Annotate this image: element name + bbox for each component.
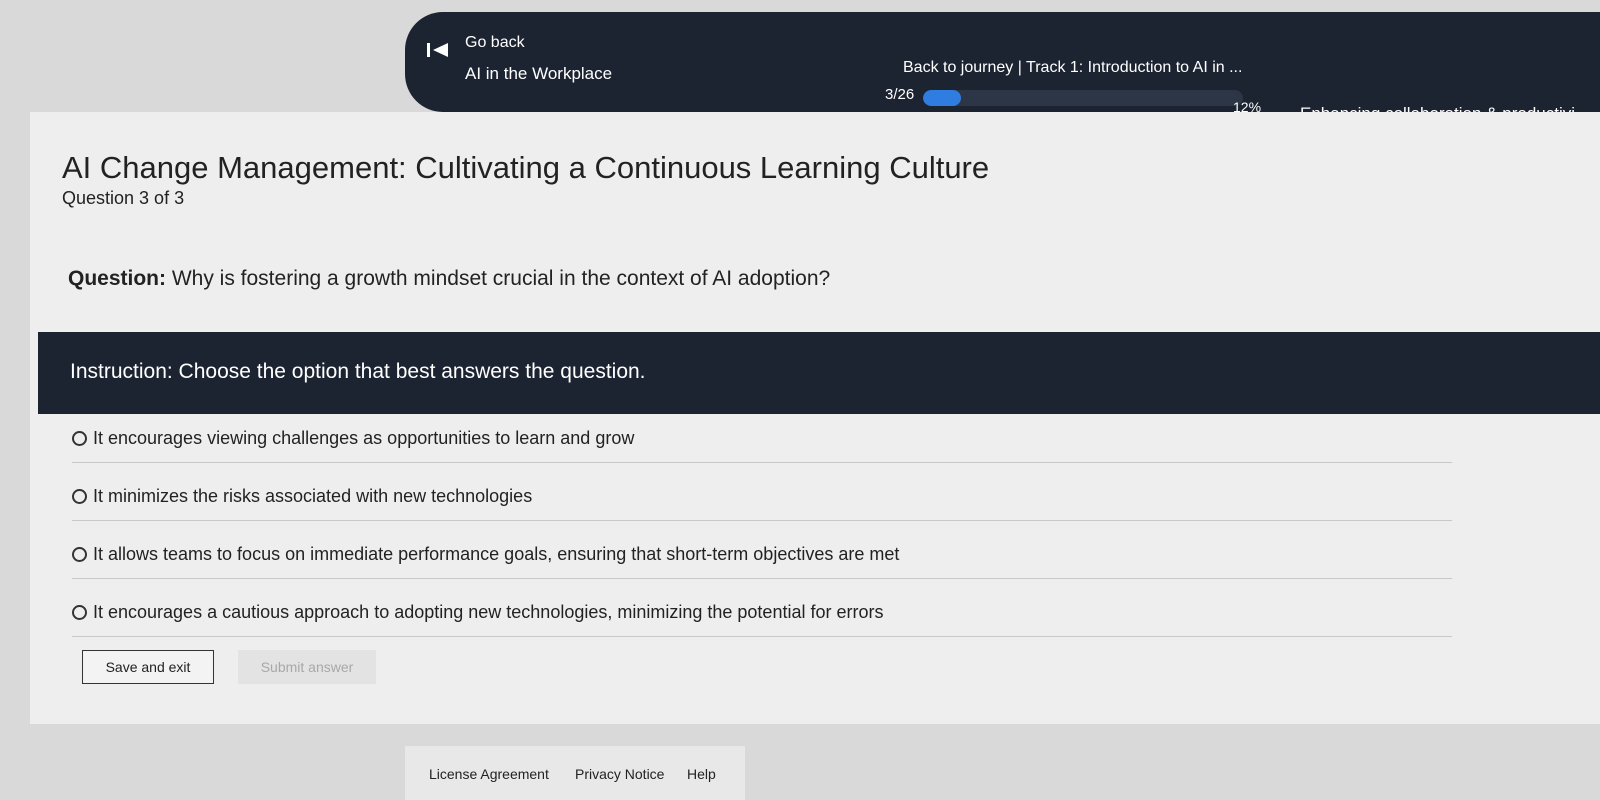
option-label: It allows teams to focus on immediate pe… — [93, 543, 900, 564]
option-label: It encourages a cautious approach to ado… — [93, 601, 884, 622]
privacy-notice-link[interactable]: Privacy Notice — [575, 766, 664, 782]
question-counter: Question 3 of 3 — [62, 188, 185, 208]
step-counter: 3/26 — [885, 86, 915, 103]
radio-button[interactable] — [72, 604, 87, 620]
question-label: Question: — [68, 267, 166, 290]
radio-button[interactable] — [72, 430, 87, 446]
course-title: AI in the Workplace — [465, 64, 613, 83]
back-to-journey-link[interactable]: Back to journey | Track 1: Introduction … — [903, 59, 1242, 77]
go-back-link[interactable]: Go back — [465, 34, 525, 52]
save-and-exit-button[interactable]: Save and exit — [82, 650, 214, 684]
answer-option-1[interactable]: It encourages viewing challenges as oppo… — [72, 414, 1452, 463]
option-label: It encourages viewing challenges as oppo… — [93, 427, 635, 448]
answer-option-2[interactable]: It minimizes the risks associated with n… — [72, 472, 1452, 521]
progress-bar — [923, 90, 1243, 106]
submit-answer-button[interactable]: Submit answer — [238, 650, 376, 684]
question-text: Question: Why is fostering a growth mind… — [68, 267, 830, 291]
answer-option-4[interactable]: It encourages a cautious approach to ado… — [72, 588, 1452, 637]
option-label: It minimizes the risks associated with n… — [93, 485, 533, 506]
question-body: Why is fostering a growth mindset crucia… — [166, 267, 831, 290]
question-card: AI Change Management: Cultivating a Cont… — [30, 112, 1600, 724]
skip-back-icon[interactable] — [427, 42, 449, 58]
top-navigation-bar: Go back AI in the Workplace Back to jour… — [405, 12, 1600, 123]
license-agreement-link[interactable]: License Agreement — [429, 766, 549, 782]
page-title: AI Change Management: Cultivating a Cont… — [62, 150, 990, 185]
radio-button[interactable] — [72, 488, 87, 504]
help-link[interactable]: Help — [687, 766, 716, 782]
progress-bar-fill — [923, 90, 962, 106]
radio-button[interactable] — [72, 546, 87, 562]
answer-option-3[interactable]: It allows teams to focus on immediate pe… — [72, 530, 1452, 579]
instruction-banner: Instruction: Choose the option that best… — [38, 332, 1600, 414]
footer: License Agreement Privacy Notice Help — [405, 746, 745, 800]
